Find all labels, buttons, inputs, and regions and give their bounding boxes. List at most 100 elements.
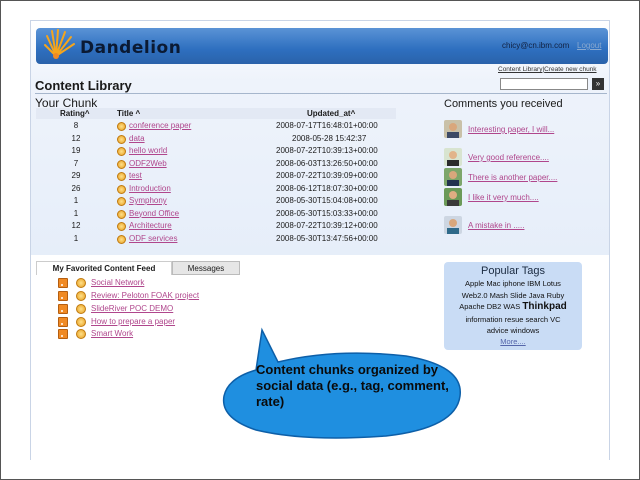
row-title-link[interactable]: data [129,134,145,143]
updated-column-header[interactable]: Updated_at^ [307,109,355,118]
comments-heading: Comments you received [444,98,563,110]
create-new-chunk-link[interactable]: Create new chunk [544,66,596,73]
row-title-link[interactable]: ODF services [129,234,177,243]
tag-cloud-line[interactable]: Apple Mac iphone IBM Lotus [444,279,582,288]
feed-item-link[interactable]: Review: Peloton FOAK project [91,291,199,300]
comment-link[interactable]: There is another paper.... [468,173,557,182]
table-row: 8 conference paper 2008-07-17T16:48:01+0… [36,121,396,133]
feed-item-link[interactable]: Smart Work [91,329,133,338]
row-rating: 1 [73,208,79,218]
comment-item: I like it very much.... [444,188,604,206]
chunk-icon [117,234,126,244]
rating-column-header[interactable]: Rating^ [60,109,90,118]
row-updated: 2008-05-30T15:03:33+00:00 [276,208,378,218]
search-button[interactable]: » [592,78,604,90]
row-rating: 26 [71,183,81,193]
chunk-icon [117,172,126,181]
tag-group[interactable]: Apache DB2 WAS [459,302,522,311]
title-column-header[interactable]: Title ^ [117,109,140,118]
table-row: 1 Beyond Office 2008-05-30T15:03:33+00:0… [36,209,396,221]
avatar-icon [444,216,462,234]
comment-item: There is another paper.... [444,168,604,186]
feed-item-link[interactable]: SlideRiver POC DEMO [91,304,173,313]
table-row: 12 Architecture 2008-07-22T10:39:12+00:0… [36,221,396,233]
tag-thinkpad[interactable]: Thinkpad [522,301,566,312]
chunk-icon [76,329,86,339]
content-library-link[interactable]: Content Library [498,66,542,73]
table-row: 19 hello world 2008-07-22T10:39:13+00:00 [36,146,396,158]
rss-icon[interactable] [58,278,68,288]
row-updated: 2008-05-30T13:47:56+00:00 [276,233,378,243]
row-rating: 7 [73,158,79,168]
chunk-icon [76,304,86,314]
comment-item: A mistake in ..... [444,216,604,234]
top-links: Content Library|Create new chunk [498,66,597,73]
comment-link[interactable]: I like it very much.... [468,193,539,202]
feed-item-link[interactable]: Social Network [91,278,144,287]
popular-tags-heading: Popular Tags [480,265,545,277]
table-row: 1 ODF services 2008-05-30T13:47:56+00:00 [36,234,396,246]
chunk-icon [117,197,126,206]
page-title: Content Library [35,78,132,93]
avatar-icon [444,120,462,138]
callout-text: Content chunks organized by social data … [256,362,449,409]
chunk-icon [117,122,126,131]
row-rating: 8 [73,121,79,130]
row-rating: 1 [73,233,79,243]
row-rating: 1 [73,196,79,205]
tag-cloud-line[interactable]: Apache DB2 WAS Thinkpad [444,301,582,312]
title-divider [35,93,607,94]
row-updated: 2008-05-28 15:42:37 [292,133,367,143]
rss-icon[interactable] [58,291,68,301]
table-row: 1 Symphony 2008-05-30T15:04:08+00:00 [36,196,396,208]
avatar-icon [444,148,462,166]
tab-favorited-content-feed[interactable]: My Favorited Content Feed [36,261,172,275]
feed-item: Social Network [58,278,278,289]
app-logo-text: Dandelion [80,38,182,58]
chunk-icon [117,184,126,194]
comment-item: Very good reference.... [444,148,604,166]
chunk-icon [117,134,126,144]
table-row: 29 test 2008-07-22T10:39:09+00:00 [36,171,396,183]
row-title-link[interactable]: conference paper [129,121,191,130]
logout-link[interactable]: Logout [577,41,601,50]
row-rating: 19 [71,146,81,155]
row-updated: 2008-06-12T18:07:30+00:00 [276,183,378,193]
comment-item: Interesting paper, I will... [444,120,604,138]
row-rating: 29 [71,171,81,180]
feed-item-link[interactable]: How to prepare a paper [91,317,175,326]
row-rating: 12 [71,221,81,230]
chunk-icon [117,159,126,169]
chunk-icon [117,147,126,156]
tab-messages[interactable]: Messages [172,261,240,275]
row-updated: 2008-07-22T10:39:12+00:00 [276,221,378,230]
rss-icon[interactable] [58,317,68,327]
table-row: 7 ODF2Web 2008-06-03T13:26:50+00:00 [36,159,396,171]
rss-icon[interactable] [58,329,68,339]
comment-link[interactable]: Interesting paper, I will... [468,125,554,134]
row-updated: 2008-07-22T10:39:13+00:00 [276,146,378,155]
chunk-icon [76,317,86,327]
chunk-icon [76,291,86,301]
row-title-link[interactable]: Architecture [129,221,172,230]
row-title-link[interactable]: test [129,171,142,180]
tag-cloud-line[interactable]: Web2.0 Mash Slide Java Ruby [444,291,582,300]
row-title-link[interactable]: Beyond Office [129,209,179,218]
comment-link[interactable]: Very good reference.... [468,153,549,162]
rss-icon[interactable] [58,304,68,314]
comment-link[interactable]: A mistake in ..... [468,221,524,230]
chunk-icon [117,209,126,219]
row-title-link[interactable]: hello world [129,146,167,155]
row-updated: 2008-05-30T15:04:08+00:00 [276,196,378,205]
row-title-link[interactable]: ODF2Web [129,159,167,168]
row-updated: 2008-07-22T10:39:09+00:00 [276,171,378,180]
avatar-icon [444,168,462,186]
tag-cloud-line[interactable]: information resue search VC [444,315,582,324]
row-updated: 2008-07-17T16:48:01+00:00 [276,121,378,130]
row-title-link[interactable]: Introduction [129,184,171,193]
table-row: 26 Introduction 2008-06-12T18:07:30+00:0… [36,184,396,196]
feed-item: SlideRiver POC DEMO [58,304,278,315]
row-title-link[interactable]: Symphony [129,196,167,205]
chunk-icon [76,278,86,288]
search-input[interactable] [500,78,588,90]
